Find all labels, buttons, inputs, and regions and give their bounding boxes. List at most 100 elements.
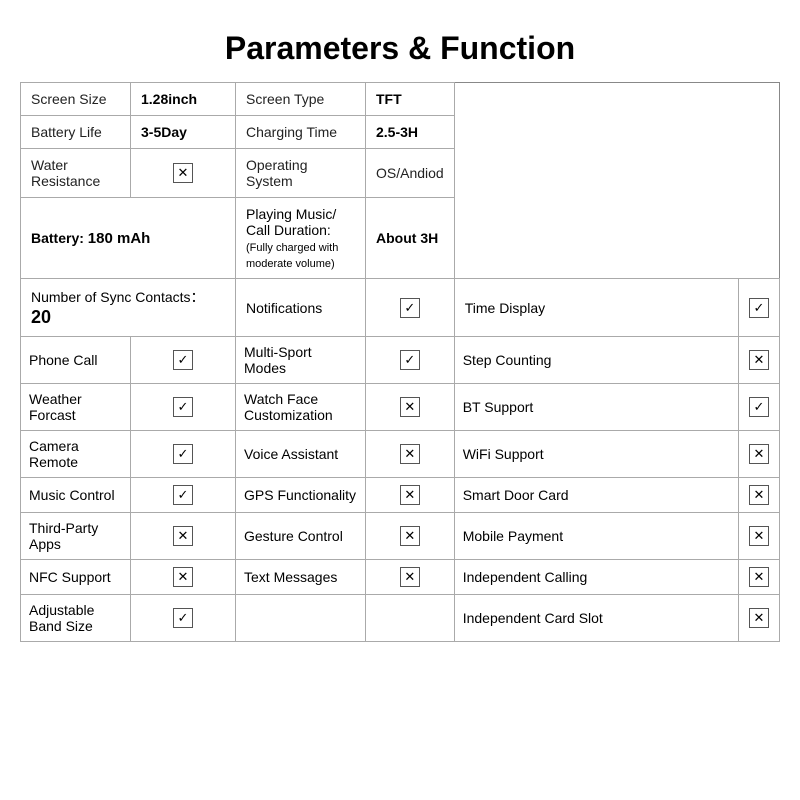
text-messages-x-icon: ✕ — [400, 567, 420, 587]
sync-contacts-label: Number of Sync Contacts： — [31, 289, 205, 305]
sync-contacts-value: 20 — [31, 307, 51, 327]
voice-assistant-icon-cell: ✕ — [366, 431, 455, 478]
independent-card-slot-label: Independent Card Slot — [463, 610, 603, 626]
gps-functionality-icon-cell: ✕ — [366, 478, 455, 513]
feature-row-weather: Weather Forcast ✓ Watch Face Customizati… — [21, 384, 780, 431]
bt-support-label: BT Support — [463, 399, 534, 415]
independent-calling-label-cell: Independent Calling — [454, 560, 738, 595]
time-display-label-cell: Time Display — [454, 279, 738, 337]
music-control-check-icon: ✓ — [173, 485, 193, 505]
gesture-control-label: Gesture Control — [244, 528, 343, 544]
screen-size-label: Screen Size — [21, 83, 131, 116]
music-control-icon-cell: ✓ — [131, 478, 236, 513]
text-messages-icon-cell: ✕ — [366, 560, 455, 595]
watch-face-label-cell: Watch Face Customization — [236, 384, 366, 431]
independent-card-slot-x-icon: ✕ — [749, 608, 769, 628]
wifi-support-label: WiFi Support — [463, 446, 544, 462]
watch-face-x-icon: ✕ — [400, 397, 420, 417]
water-resistance-label: Water Resistance — [21, 149, 131, 198]
notifications-icon-cell: ✓ — [366, 279, 455, 337]
independent-card-slot-icon-cell: ✕ — [739, 595, 780, 642]
notifications-label: Notifications — [246, 300, 322, 316]
independent-calling-icon-cell: ✕ — [739, 560, 780, 595]
feature-row-camera: Camera Remote ✓ Voice Assistant ✕ WiFi S… — [21, 431, 780, 478]
adjustable-band-icon-cell: ✓ — [131, 595, 236, 642]
page-title: Parameters & Function — [10, 10, 790, 82]
adjustable-band-label-cell: Adjustable Band Size — [21, 595, 131, 642]
independent-card-slot-label-cell: Independent Card Slot — [454, 595, 738, 642]
spec-row-screen: Screen Size 1.28inch Screen Type TFT — [21, 83, 780, 116]
notifications-check-icon: ✓ — [400, 298, 420, 318]
bt-support-check-icon: ✓ — [749, 397, 769, 417]
adjustable-band-check-icon: ✓ — [173, 608, 193, 628]
smart-door-card-label-cell: Smart Door Card — [454, 478, 738, 513]
mobile-payment-label-cell: Mobile Payment — [454, 513, 738, 560]
multi-sport-check-icon: ✓ — [400, 350, 420, 370]
battery-mah-label: Battery: — [31, 230, 84, 246]
mobile-payment-icon-cell: ✕ — [739, 513, 780, 560]
screen-size-value: 1.28inch — [131, 83, 236, 116]
smart-door-card-label: Smart Door Card — [463, 487, 569, 503]
watch-face-icon-cell: ✕ — [366, 384, 455, 431]
phone-call-icon-cell: ✓ — [131, 337, 236, 384]
charging-time-value: 2.5-3H — [366, 116, 455, 149]
battery-mah-value: 180 mAh — [88, 230, 151, 247]
operating-system-value: OS/Andiod — [366, 149, 455, 198]
voice-assistant-x-icon: ✕ — [400, 444, 420, 464]
independent-calling-x-icon: ✕ — [749, 567, 769, 587]
screen-type-value: TFT — [366, 83, 455, 116]
text-messages-label-cell: Text Messages — [236, 560, 366, 595]
gesture-control-label-cell: Gesture Control — [236, 513, 366, 560]
empty-cell-2 — [366, 595, 455, 642]
water-resistance-icon: ✕ — [131, 149, 236, 198]
feature-row-adjustable: Adjustable Band Size ✓ Independent Card … — [21, 595, 780, 642]
params-table: Screen Size 1.28inch Screen Type TFT Bat… — [20, 82, 780, 642]
multi-sport-label-cell: Multi-Sport Modes — [236, 337, 366, 384]
multi-sport-label: Multi-Sport Modes — [244, 344, 312, 376]
step-counting-x-icon: ✕ — [749, 350, 769, 370]
wifi-support-label-cell: WiFi Support — [454, 431, 738, 478]
wifi-support-x-icon: ✕ — [749, 444, 769, 464]
feature-row-nfc: NFC Support ✕ Text Messages ✕ Independen… — [21, 560, 780, 595]
feature-row-phone: Phone Call ✓ Multi-Sport Modes ✓ Step Co… — [21, 337, 780, 384]
music-control-label-cell: Music Control — [21, 478, 131, 513]
third-party-apps-label: Third-Party Apps — [29, 520, 98, 552]
playing-music-label: Playing Music/ Call Duration: — [246, 206, 336, 238]
time-display-check-icon: ✓ — [749, 298, 769, 318]
gps-functionality-x-icon: ✕ — [400, 485, 420, 505]
weather-forcast-label: Weather Forcast — [29, 391, 82, 423]
text-messages-label: Text Messages — [244, 569, 337, 585]
nfc-support-label-cell: NFC Support — [21, 560, 131, 595]
screen-type-label: Screen Type — [236, 83, 366, 116]
weather-forcast-icon-cell: ✓ — [131, 384, 236, 431]
feature-row-music: Music Control ✓ GPS Functionality ✕ Smar… — [21, 478, 780, 513]
third-party-apps-x-icon: ✕ — [173, 526, 193, 546]
nfc-support-x-icon: ✕ — [173, 567, 193, 587]
gesture-control-icon-cell: ✕ — [366, 513, 455, 560]
feature-row-third-party: Third-Party Apps ✕ Gesture Control ✕ Mob… — [21, 513, 780, 560]
sync-contacts-cell: Number of Sync Contacts： 20 — [21, 279, 236, 337]
camera-remote-icon-cell: ✓ — [131, 431, 236, 478]
wifi-support-icon-cell: ✕ — [739, 431, 780, 478]
features-header-row: Number of Sync Contacts： 20 Notification… — [21, 279, 780, 337]
bt-support-icon-cell: ✓ — [739, 384, 780, 431]
battery-life-value: 3-5Day — [131, 116, 236, 149]
camera-remote-label-cell: Camera Remote — [21, 431, 131, 478]
step-counting-label: Step Counting — [463, 352, 552, 368]
music-control-label: Music Control — [29, 487, 115, 503]
watch-face-label: Watch Face Customization — [244, 391, 333, 423]
spec-row-battery: Battery Life 3-5Day Charging Time 2.5-3H — [21, 116, 780, 149]
weather-forcast-check-icon: ✓ — [173, 397, 193, 417]
time-display-icon-cell: ✓ — [739, 279, 780, 337]
water-resistance-x-icon: ✕ — [173, 163, 193, 183]
playing-music-value: About 3H — [366, 198, 455, 279]
phone-call-label: Phone Call — [29, 352, 98, 368]
smart-door-card-x-icon: ✕ — [749, 485, 769, 505]
gps-functionality-label: GPS Functionality — [244, 487, 356, 503]
third-party-apps-icon-cell: ✕ — [131, 513, 236, 560]
phone-call-check-icon: ✓ — [173, 350, 193, 370]
step-counting-label-cell: Step Counting — [454, 337, 738, 384]
third-party-apps-label-cell: Third-Party Apps — [21, 513, 131, 560]
adjustable-band-label: Adjustable Band Size — [29, 602, 94, 634]
camera-remote-check-icon: ✓ — [173, 444, 193, 464]
